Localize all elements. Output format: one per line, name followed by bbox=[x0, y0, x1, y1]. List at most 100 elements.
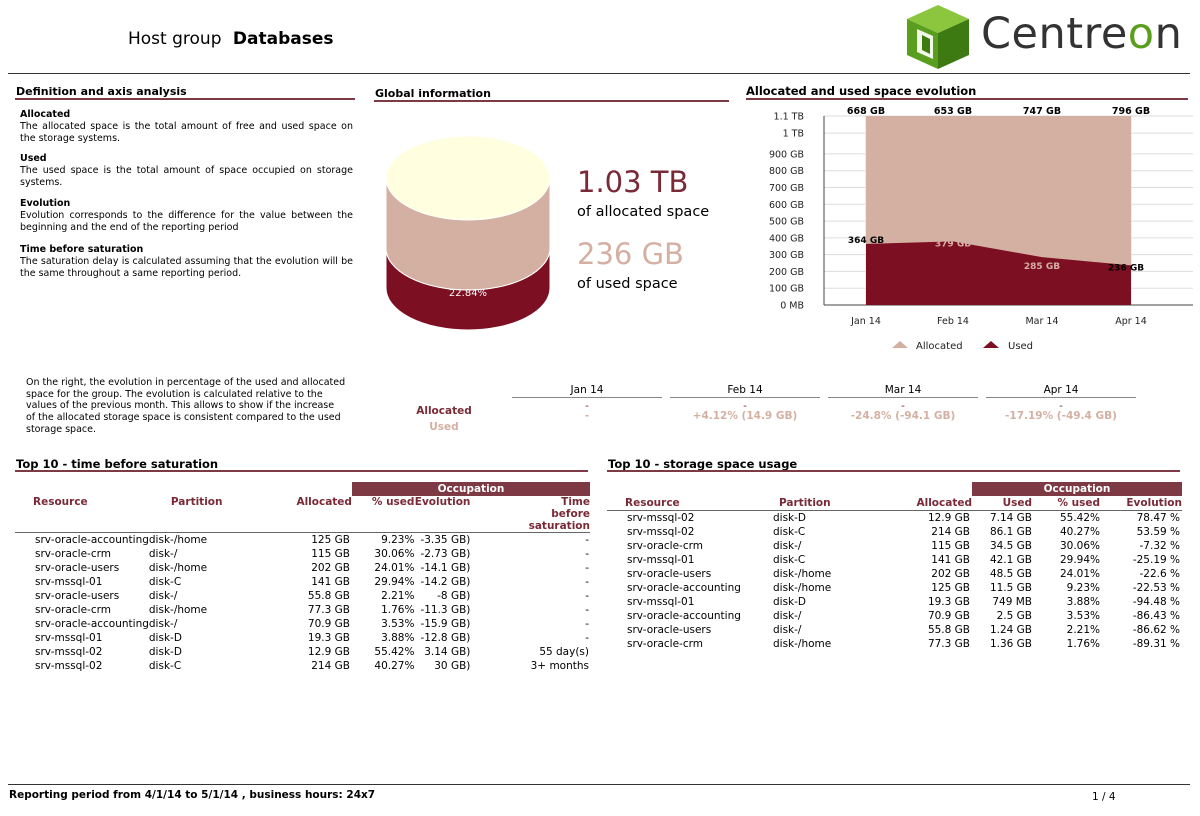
table-row: srv-oracle-crm disk-/ 115 GB 34.5 GB 30.06% -… bbox=[607, 539, 1182, 553]
table-cell: -8 GB) bbox=[437, 590, 471, 602]
allocated-data-label: 796 GB bbox=[1112, 106, 1150, 117]
table-row: srv-oracle-crm disk-/ 115 GB 30.06% -2.73 GB… bbox=[15, 547, 590, 561]
definition-evolution: Evolution Evolution corresponds to the d… bbox=[20, 198, 353, 234]
y-tick-label: 1.1 TB bbox=[774, 112, 804, 123]
saturation-underline bbox=[15, 470, 588, 472]
used-data-label: 379 GB bbox=[935, 239, 971, 249]
usage-title: Top 10 - storage space usage bbox=[608, 457, 798, 471]
table-cell: disk-/ bbox=[148, 548, 178, 560]
table-row: srv-mssql-02 disk-C 214 GB 86.1 GB 40.27% 53.… bbox=[607, 525, 1182, 539]
table-cell: 70.9 GB bbox=[927, 610, 970, 622]
table-cell: -11.3 GB) bbox=[420, 604, 471, 616]
table-cell: - bbox=[585, 604, 589, 616]
table-cell: srv-oracle-crm bbox=[35, 604, 111, 616]
evolution-used-value: - bbox=[584, 410, 590, 422]
table-cell: srv-mssql-01 bbox=[627, 596, 695, 608]
table-cell: disk-D bbox=[148, 632, 182, 644]
table-row: srv-oracle-accounting disk-/home 125 GB 9.2… bbox=[15, 533, 590, 548]
y-tick-label: 900 GB bbox=[769, 149, 804, 160]
table-cell: 9.23% bbox=[381, 534, 415, 546]
table-row: srv-oracle-users disk-/home 202 GB 48.5 GB 2… bbox=[607, 567, 1182, 581]
col-percent-used: % used bbox=[371, 496, 415, 508]
table-cell: - bbox=[585, 632, 589, 644]
definition-text: The allocated space is the total amount … bbox=[20, 121, 353, 144]
table-cell: - bbox=[585, 576, 589, 588]
table-cell: 214 GB bbox=[311, 660, 350, 672]
x-tick-label: Mar 14 bbox=[1025, 316, 1058, 327]
table-cell: -94.48 % bbox=[1132, 596, 1180, 608]
table-cell: -7.32 % bbox=[1139, 540, 1180, 552]
col-partition: Partition bbox=[779, 497, 831, 509]
y-tick-label: 300 GB bbox=[769, 250, 804, 261]
table-cell: 2.21% bbox=[381, 590, 415, 602]
table-cell: 125 GB bbox=[311, 534, 350, 546]
host-group-name: Databases bbox=[232, 29, 334, 49]
col-percent-used: % used bbox=[1057, 497, 1100, 509]
evolution-month: Mar 14 bbox=[828, 384, 978, 398]
definitions-title: Definition and axis analysis bbox=[16, 85, 187, 98]
table-cell: -89.31 % bbox=[1132, 638, 1180, 650]
evolution-month-column: Feb 14 - +4.12% (14.9 GB) bbox=[670, 384, 820, 422]
definition-text: The used space is the total amount of sp… bbox=[20, 165, 353, 188]
table-cell: 40.27% bbox=[374, 660, 415, 672]
table-cell: disk-/home bbox=[773, 582, 832, 594]
table-cell: srv-mssql-01 bbox=[35, 632, 103, 644]
definition-time-before-saturation: Time before saturation The saturation de… bbox=[20, 244, 353, 280]
table-cell: 55 day(s) bbox=[539, 646, 589, 658]
table-cell: -25.19 % bbox=[1132, 554, 1180, 566]
y-tick-label: 0 MB bbox=[780, 301, 804, 312]
y-tick-label: 100 GB bbox=[769, 284, 804, 295]
table-row: srv-oracle-users disk-/home 202 GB 24.01% -1… bbox=[15, 561, 590, 575]
col-evolution: Evolution bbox=[414, 496, 471, 508]
table-row: srv-oracle-crm disk-/home 77.3 GB 1.76% -11.… bbox=[15, 603, 590, 617]
table-cell: 3.88% bbox=[1066, 596, 1100, 608]
table-cell: 55.8 GB bbox=[927, 624, 970, 636]
table-cell: disk-C bbox=[148, 660, 182, 672]
table-cell: 24.01% bbox=[1059, 568, 1100, 580]
table-cell: - bbox=[585, 548, 589, 560]
table-cell: srv-oracle-accounting bbox=[35, 534, 149, 546]
table-cell: srv-mssql-02 bbox=[35, 646, 103, 658]
table-cell: 29.94% bbox=[1059, 554, 1100, 566]
definition-text: The saturation delay is calculated assum… bbox=[20, 256, 353, 279]
table-cell: 55.8 GB bbox=[307, 590, 350, 602]
table-row: srv-mssql-02 disk-D 12.9 GB 7.14 GB 55.42% 78… bbox=[607, 511, 1182, 526]
table-cell: disk-C bbox=[773, 554, 806, 566]
table-cell: 70.9 GB bbox=[307, 618, 350, 630]
table-cell: -86.43 % bbox=[1132, 610, 1180, 622]
header-divider bbox=[8, 73, 1190, 74]
table-cell: 141 GB bbox=[311, 576, 350, 588]
table-cell: disk-/ bbox=[773, 624, 802, 636]
table-cell: 2.21% bbox=[1066, 624, 1100, 636]
table-cell: srv-mssql-01 bbox=[627, 554, 695, 566]
table-cell: disk-/home bbox=[148, 534, 208, 546]
y-tick-label: 500 GB bbox=[769, 217, 804, 228]
used-space-label: of used space bbox=[577, 276, 678, 292]
table-cell: 24.01% bbox=[374, 562, 415, 574]
legend-used-icon bbox=[983, 341, 999, 348]
table-cell: 11.5 GB bbox=[989, 582, 1032, 594]
table-cell: srv-oracle-crm bbox=[35, 548, 111, 560]
table-cell: -3.35 GB) bbox=[420, 534, 471, 546]
col-resource: Resource bbox=[33, 496, 88, 508]
col-time-before-saturation: Time before saturation bbox=[528, 496, 590, 532]
col-allocated: Allocated bbox=[916, 497, 972, 509]
table-cell: disk-/ bbox=[773, 540, 802, 552]
table-cell: 34.5 GB bbox=[989, 540, 1032, 552]
table-cell: srv-oracle-accounting bbox=[35, 618, 149, 630]
table-cell: 86.1 GB bbox=[989, 526, 1032, 538]
table-cell: disk-D bbox=[773, 596, 807, 608]
table-cell: 7.14 GB bbox=[989, 512, 1032, 524]
definition-term: Allocated bbox=[20, 109, 71, 120]
table-cell: 214 GB bbox=[931, 526, 970, 538]
x-tick-label: Feb 14 bbox=[937, 316, 969, 327]
table-cell: disk-D bbox=[773, 512, 807, 524]
table-cell: 30 GB) bbox=[434, 660, 471, 672]
allocated-space-label: of allocated space bbox=[577, 204, 710, 220]
x-tick-label: Jan 14 bbox=[850, 316, 881, 327]
y-tick-label: 400 GB bbox=[769, 233, 804, 244]
table-cell: 3.14 GB) bbox=[424, 646, 471, 658]
table-cell: - bbox=[585, 562, 589, 574]
col-evolution: Evolution bbox=[1126, 497, 1182, 509]
table-cell: 19.3 GB bbox=[307, 632, 350, 644]
